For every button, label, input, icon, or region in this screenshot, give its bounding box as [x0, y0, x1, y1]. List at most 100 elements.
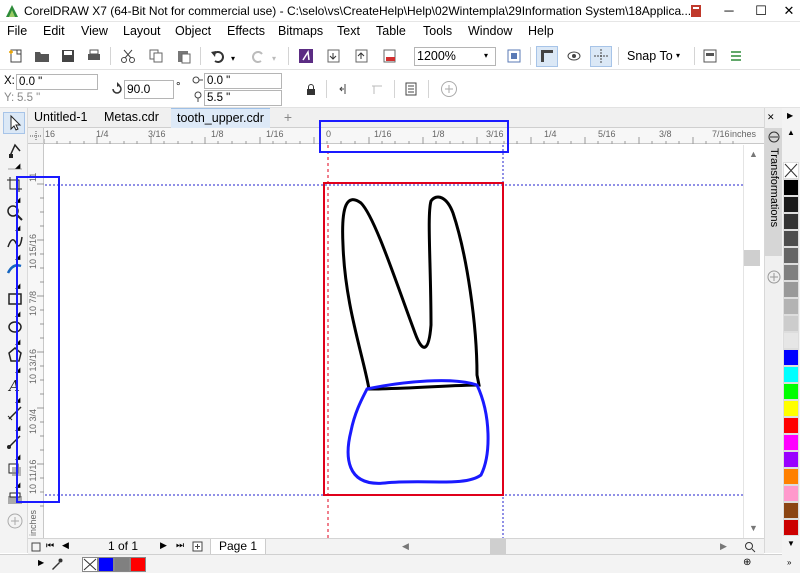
color-swatch[interactable] [783, 264, 799, 281]
menu-text[interactable]: Text [337, 24, 360, 38]
color-swatch[interactable] [783, 315, 799, 332]
minimize-button[interactable]: ─ [712, 0, 746, 22]
palette-scroll-up-icon[interactable]: ▶ [787, 111, 793, 120]
corel-connect-icon[interactable] [298, 48, 314, 64]
menu-view[interactable]: View [81, 24, 108, 38]
y-position-field[interactable]: 5.5 " [17, 92, 40, 104]
next-page-button[interactable]: ▶ [160, 540, 167, 551]
menu-bitmaps[interactable]: Bitmaps [278, 24, 323, 38]
status-color-swatch[interactable] [130, 557, 146, 572]
welcome-screen-icon[interactable] [702, 48, 718, 64]
publish-pdf-icon[interactable] [382, 48, 398, 64]
tooth-root-shape[interactable] [341, 195, 481, 391]
color-swatch[interactable] [783, 468, 799, 485]
color-swatch[interactable] [783, 298, 799, 315]
mirror-horizontal-icon[interactable] [338, 82, 352, 96]
color-swatch[interactable] [783, 400, 799, 417]
redo-dropdown-icon[interactable]: ▾ [272, 54, 276, 63]
undo-icon[interactable] [210, 48, 226, 64]
color-swatch[interactable] [783, 349, 799, 366]
menu-layout[interactable]: Layout [123, 24, 161, 38]
shape-tool-icon[interactable] [6, 142, 24, 160]
zoom-dropdown-icon[interactable]: ▾ [484, 51, 488, 60]
color-swatch[interactable] [783, 196, 799, 213]
vertical-scrollbar[interactable]: ▲ ▼ [743, 145, 764, 538]
lock-ratio-icon[interactable] [305, 83, 317, 96]
scroll-up-icon[interactable]: ▲ [749, 149, 758, 159]
scroll-thumb[interactable] [744, 250, 760, 266]
mirror-vertical-icon[interactable] [370, 82, 384, 96]
snap-dropdown-icon[interactable]: ▾ [676, 51, 680, 60]
close-button[interactable]: ✕ [772, 0, 800, 22]
undo-dropdown-icon[interactable]: ▾ [231, 54, 235, 63]
new-tab-button[interactable]: + [280, 108, 296, 127]
hscroll-left-icon[interactable]: ◀ [402, 541, 409, 552]
tab-untitled-1[interactable]: Untitled-1 [28, 108, 94, 128]
palette-flyout-icon[interactable]: » [787, 558, 791, 567]
document-properties-icon[interactable] [404, 82, 418, 96]
show-guides-icon[interactable] [593, 48, 609, 64]
options-icon[interactable] [728, 48, 744, 64]
snap-to-button[interactable]: Snap To [627, 49, 673, 63]
color-swatch[interactable] [783, 281, 799, 298]
color-swatch[interactable] [783, 417, 799, 434]
help-book-icon[interactable] [688, 3, 704, 19]
status-color-swatch[interactable] [98, 557, 114, 572]
status-expand-icon[interactable]: ▶ [38, 558, 44, 567]
save-icon[interactable] [60, 48, 76, 64]
tab-metas[interactable]: Metas.cdr [98, 108, 165, 128]
x-position-field[interactable]: 0.0 " [16, 74, 98, 90]
last-page-button[interactable]: ⏭ [176, 540, 184, 551]
pick-tool-icon[interactable] [6, 114, 24, 132]
prev-page-button[interactable]: ◀ [62, 540, 69, 551]
drawing-canvas[interactable] [45, 145, 743, 538]
redo-icon[interactable] [250, 48, 266, 64]
color-swatch[interactable] [783, 383, 799, 400]
new-document-icon[interactable] [8, 48, 24, 64]
hscroll-thumb[interactable] [490, 539, 506, 554]
status-options-icon[interactable]: ⊕ [743, 557, 751, 568]
eyedropper-icon[interactable] [50, 557, 64, 571]
docker-collapse-icon[interactable]: ✕ [767, 112, 775, 123]
menu-tools[interactable]: Tools [423, 24, 452, 38]
scroll-down-icon[interactable]: ▼ [749, 523, 758, 533]
menu-file[interactable]: File [7, 24, 27, 38]
color-swatch[interactable] [783, 519, 799, 536]
add-docker-icon[interactable] [767, 270, 781, 284]
show-rulers-icon[interactable] [539, 48, 555, 64]
color-swatch[interactable] [783, 179, 799, 196]
menu-table[interactable]: Table [376, 24, 406, 38]
print-icon[interactable] [86, 48, 102, 64]
color-swatch[interactable] [783, 434, 799, 451]
first-page-button[interactable]: ⏮ [46, 540, 54, 551]
color-swatch[interactable] [783, 502, 799, 519]
add-preset-icon[interactable] [440, 80, 458, 98]
hscroll-right-icon[interactable]: ▶ [720, 541, 727, 552]
no-fill-swatch[interactable] [783, 162, 799, 179]
export-icon[interactable] [354, 48, 370, 64]
rotation-angle-field[interactable]: 90.0 [124, 80, 174, 99]
import-icon[interactable] [326, 48, 342, 64]
color-swatch[interactable] [783, 213, 799, 230]
zoom-navigator-icon[interactable] [744, 541, 756, 553]
menu-window[interactable]: Window [468, 24, 512, 38]
color-swatch[interactable] [783, 332, 799, 349]
copy-icon[interactable] [148, 48, 164, 64]
color-swatch[interactable] [783, 247, 799, 264]
tab-tooth-upper[interactable]: tooth_upper.cdr [171, 108, 270, 128]
menu-object[interactable]: Object [175, 24, 211, 38]
open-icon[interactable] [34, 48, 50, 64]
paste-icon[interactable] [176, 48, 192, 64]
view-mode-icon[interactable] [566, 48, 582, 64]
menu-help[interactable]: Help [528, 24, 554, 38]
color-swatch[interactable] [783, 485, 799, 502]
color-swatch[interactable] [783, 230, 799, 247]
add-page-icon[interactable] [192, 541, 203, 552]
ruler-origin[interactable] [28, 128, 44, 144]
color-swatch[interactable] [783, 366, 799, 383]
full-screen-icon[interactable] [506, 48, 522, 64]
width-field[interactable]: 0.0 " [204, 73, 282, 89]
status-color-swatch[interactable] [114, 557, 130, 572]
no-fill-indicator[interactable] [82, 557, 98, 572]
menu-effects[interactable]: Effects [227, 24, 265, 38]
